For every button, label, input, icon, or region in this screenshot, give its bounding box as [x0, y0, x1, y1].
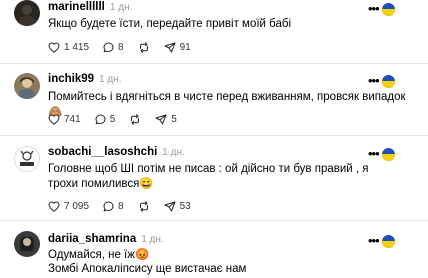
- divider: [0, 135, 428, 136]
- like-count: 741: [64, 113, 81, 125]
- heart-icon: [48, 113, 60, 125]
- avatar[interactable]: [14, 73, 40, 99]
- comment-icon: [95, 113, 106, 125]
- repost-button[interactable]: [138, 41, 150, 53]
- comment-button[interactable]: 8: [103, 42, 124, 53]
- avatar[interactable]: [14, 146, 40, 172]
- comment-count: 8: [118, 200, 124, 212]
- comment-button[interactable]: 5: [95, 113, 116, 125]
- ukraine-heart-badge-icon: [381, 147, 395, 161]
- more-icon[interactable]: •••: [368, 74, 380, 87]
- comment-button[interactable]: 8: [103, 201, 124, 212]
- more-icon[interactable]: •••: [368, 147, 380, 160]
- more-icon[interactable]: •••: [368, 234, 380, 247]
- ukraine-heart-badge-icon: [381, 2, 395, 16]
- ukraine-heart-badge-icon: [381, 234, 395, 248]
- comments-feed: marinellllll 1 дн. ••• Якщо будете їсти,…: [0, 0, 428, 278]
- share-count: 91: [179, 41, 191, 53]
- comment-count: 5: [109, 113, 116, 125]
- repost-button[interactable]: [129, 113, 141, 125]
- like-button[interactable]: 7 095: [48, 201, 89, 212]
- divider: [0, 220, 428, 221]
- comment-icon: [103, 200, 114, 212]
- comment-icon: [103, 41, 114, 53]
- avatar[interactable]: [14, 231, 40, 257]
- comment-post: dariia_shamrina 1 дн. ••• Одумайся, не ї…: [0, 226, 428, 278]
- username[interactable]: inchik99: [48, 73, 94, 85]
- comment-text-line: Зомбі Апокаліпсису ще вистачає нам: [48, 263, 247, 275]
- comment-text-line: Одумайся, не їж😡: [48, 249, 150, 261]
- comment-text: Головне щоб ШІ потім не писав : ой дійсн…: [48, 163, 369, 190]
- like-count: 1 415: [64, 41, 90, 53]
- share-icon: [164, 201, 176, 211]
- timestamp[interactable]: 1 дн.: [162, 147, 184, 158]
- username[interactable]: sobachi__lasoshchi: [48, 146, 157, 158]
- heart-icon: [48, 41, 60, 53]
- comment-text: Якщо будете їсти, передайте привіт моїй …: [48, 18, 292, 30]
- username[interactable]: dariia_shamrina: [48, 233, 136, 245]
- share-icon: [155, 114, 167, 124]
- repost-button[interactable]: [138, 200, 150, 212]
- like-button[interactable]: 1 415: [48, 42, 89, 53]
- repost-icon: [139, 41, 148, 53]
- share-button[interactable]: 53: [164, 201, 191, 212]
- avatar[interactable]: [14, 0, 40, 26]
- username[interactable]: marinellllll: [48, 1, 105, 13]
- comment-count: 8: [118, 41, 124, 53]
- comment-post: sobachi__lasoshchi 1 дн. ••• Головне щоб…: [0, 143, 428, 223]
- divider: [0, 63, 428, 64]
- repost-icon: [131, 113, 140, 125]
- share-count: 53: [179, 200, 191, 212]
- timestamp[interactable]: 1 дн.: [99, 74, 121, 85]
- repost-icon: [139, 200, 148, 212]
- share-button[interactable]: 91: [164, 42, 191, 53]
- more-icon[interactable]: •••: [368, 2, 380, 15]
- timestamp[interactable]: 1 дн.: [110, 2, 132, 13]
- heart-icon: [48, 200, 60, 212]
- ukraine-heart-badge-icon: [381, 74, 395, 88]
- like-button[interactable]: 741: [48, 114, 81, 125]
- share-icon: [164, 42, 176, 52]
- like-count: 7 095: [64, 200, 90, 212]
- share-count: 5: [171, 113, 177, 125]
- comment-post: inchik99 1 дн. ••• Помийтесь і вдягнітьс…: [0, 70, 428, 140]
- share-button[interactable]: 5: [155, 114, 177, 125]
- timestamp[interactable]: 1 дн.: [141, 234, 163, 245]
- comment-post: marinellllll 1 дн. ••• Якщо будете їсти,…: [0, 0, 428, 70]
